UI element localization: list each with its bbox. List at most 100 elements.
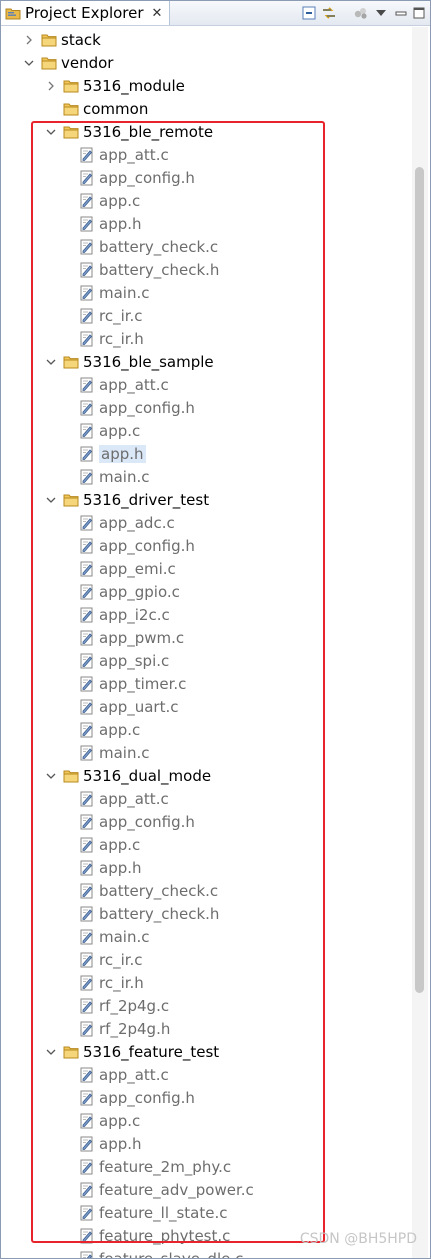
tree-folder-row[interactable]: 5316_ble_sample — [1, 350, 410, 373]
source-file-icon — [79, 147, 95, 163]
tree-file-row[interactable]: app.c — [1, 189, 410, 212]
tree-file-row[interactable]: app_config.h — [1, 396, 410, 419]
chevron-right-icon[interactable] — [45, 81, 57, 91]
tree-file-row[interactable]: app.h — [1, 1132, 410, 1155]
tree-folder-row[interactable]: 5316_feature_test — [1, 1040, 410, 1063]
tree-file-row[interactable]: feature_ll_state.c — [1, 1201, 410, 1224]
tree-file-row[interactable]: battery_check.c — [1, 235, 410, 258]
tree-item-label: main.c — [99, 927, 150, 946]
close-icon[interactable]: ✕ — [152, 6, 163, 21]
tree-file-row[interactable]: main.c — [1, 741, 410, 764]
tree-folder-row[interactable]: 5316_module — [1, 74, 410, 97]
chevron-down-icon[interactable] — [45, 1047, 57, 1057]
tree-file-row[interactable]: app_config.h — [1, 534, 410, 557]
view-menu-icon[interactable] — [373, 5, 389, 21]
tree-file-row[interactable]: app_uart.c — [1, 695, 410, 718]
tree-file-row[interactable]: battery_check.h — [1, 258, 410, 281]
tree-item-label: feature_2m_phy.c — [99, 1157, 232, 1176]
tree-file-row[interactable]: app_att.c — [1, 143, 410, 166]
tree-folder-row[interactable]: vendor — [1, 51, 410, 74]
tree-file-row[interactable]: rf_2p4g.c — [1, 994, 410, 1017]
tree-item-label: main.c — [99, 283, 150, 302]
tree-file-row[interactable]: feature_adv_power.c — [1, 1178, 410, 1201]
source-file-icon — [79, 975, 95, 991]
tree-file-row[interactable]: app_att.c — [1, 373, 410, 396]
tree-file-row[interactable]: app_gpio.c — [1, 580, 410, 603]
tree-file-row[interactable]: app.h — [1, 212, 410, 235]
link-with-editor-icon[interactable] — [321, 5, 337, 21]
source-file-icon — [79, 1159, 95, 1175]
scrollbar-thumb[interactable] — [415, 167, 424, 993]
tree-file-row[interactable]: app_config.h — [1, 1086, 410, 1109]
view-tab-bar: Project Explorer ✕ — [1, 1, 430, 26]
folder-icon — [63, 124, 79, 140]
tree-folder-row[interactable]: 5316_driver_test — [1, 488, 410, 511]
tree-file-row[interactable]: app.c — [1, 1109, 410, 1132]
vertical-scrollbar[interactable] — [412, 27, 428, 1258]
source-file-icon — [79, 883, 95, 899]
filters-icon[interactable] — [353, 5, 369, 21]
tree-item-label: app.h — [99, 858, 142, 877]
folder-icon — [41, 32, 57, 48]
tree-folder-row[interactable]: stack — [1, 28, 410, 51]
chevron-down-icon[interactable] — [45, 357, 57, 367]
tree-folder-row[interactable]: common — [1, 97, 410, 120]
chevron-down-icon[interactable] — [45, 127, 57, 137]
tree-item-label: app.h — [99, 444, 146, 463]
source-file-icon — [79, 860, 95, 876]
collapse-all-icon[interactable] — [301, 5, 317, 21]
tree-file-row[interactable]: main.c — [1, 925, 410, 948]
chevron-right-icon[interactable] — [23, 35, 35, 45]
source-file-icon — [79, 1021, 95, 1037]
tree-item-label: feature_ll_state.c — [99, 1203, 228, 1222]
folder-icon — [63, 1044, 79, 1060]
tree-file-row[interactable]: app_att.c — [1, 1063, 410, 1086]
tree-item-label: app_att.c — [99, 1065, 169, 1084]
tree-file-row[interactable]: app_i2c.c — [1, 603, 410, 626]
chevron-down-icon[interactable] — [45, 771, 57, 781]
tree-file-row[interactable]: app_adc.c — [1, 511, 410, 534]
tree-file-row[interactable]: rc_ir.h — [1, 971, 410, 994]
tree-item-label: rc_ir.h — [99, 973, 144, 992]
tree-file-row[interactable]: app.h — [1, 856, 410, 879]
tree-file-row[interactable]: app_spi.c — [1, 649, 410, 672]
tree-folder-row[interactable]: 5316_ble_remote — [1, 120, 410, 143]
source-file-icon — [79, 814, 95, 830]
tree-folder-row[interactable]: 5316_dual_mode — [1, 764, 410, 787]
tab-project-explorer[interactable]: Project Explorer ✕ — [1, 1, 170, 25]
tree-item-label: app_config.h — [99, 812, 195, 831]
tree-file-row[interactable]: feature_2m_phy.c — [1, 1155, 410, 1178]
tree-file-row[interactable]: app_pwm.c — [1, 626, 410, 649]
tree-file-row[interactable]: app.h — [1, 442, 410, 465]
source-file-icon — [79, 998, 95, 1014]
tree-item-label: app.c — [99, 191, 141, 210]
tree-item-label: app.c — [99, 835, 141, 854]
tree-file-row[interactable]: main.c — [1, 281, 410, 304]
tree-file-row[interactable]: app.c — [1, 833, 410, 856]
tree-file-row[interactable]: rf_2p4g.h — [1, 1017, 410, 1040]
tree-file-row[interactable]: app_att.c — [1, 787, 410, 810]
source-file-icon — [79, 837, 95, 853]
source-file-icon — [79, 216, 95, 232]
maximize-icon[interactable] — [411, 5, 427, 21]
tree-file-row[interactable]: battery_check.c — [1, 879, 410, 902]
tree-file-row[interactable]: app_config.h — [1, 810, 410, 833]
source-file-icon — [79, 929, 95, 945]
source-file-icon — [79, 791, 95, 807]
tree-file-row[interactable]: app.c — [1, 419, 410, 442]
tree-file-row[interactable]: rc_ir.c — [1, 304, 410, 327]
minimize-icon[interactable] — [393, 5, 409, 21]
tree-file-row[interactable]: rc_ir.h — [1, 327, 410, 350]
tree-item-label: 5316_dual_mode — [83, 766, 212, 785]
tree-file-row[interactable]: battery_check.h — [1, 902, 410, 925]
tree-file-row[interactable]: app_timer.c — [1, 672, 410, 695]
tree-file-row[interactable]: app_config.h — [1, 166, 410, 189]
tree-file-row[interactable]: main.c — [1, 465, 410, 488]
tree-file-row[interactable]: feature_slave_dle.c — [1, 1247, 410, 1258]
tree-file-row[interactable]: rc_ir.c — [1, 948, 410, 971]
source-file-icon — [79, 1090, 95, 1106]
tree-file-row[interactable]: app_emi.c — [1, 557, 410, 580]
chevron-down-icon[interactable] — [45, 495, 57, 505]
chevron-down-icon[interactable] — [23, 58, 35, 68]
tree-file-row[interactable]: app.c — [1, 718, 410, 741]
